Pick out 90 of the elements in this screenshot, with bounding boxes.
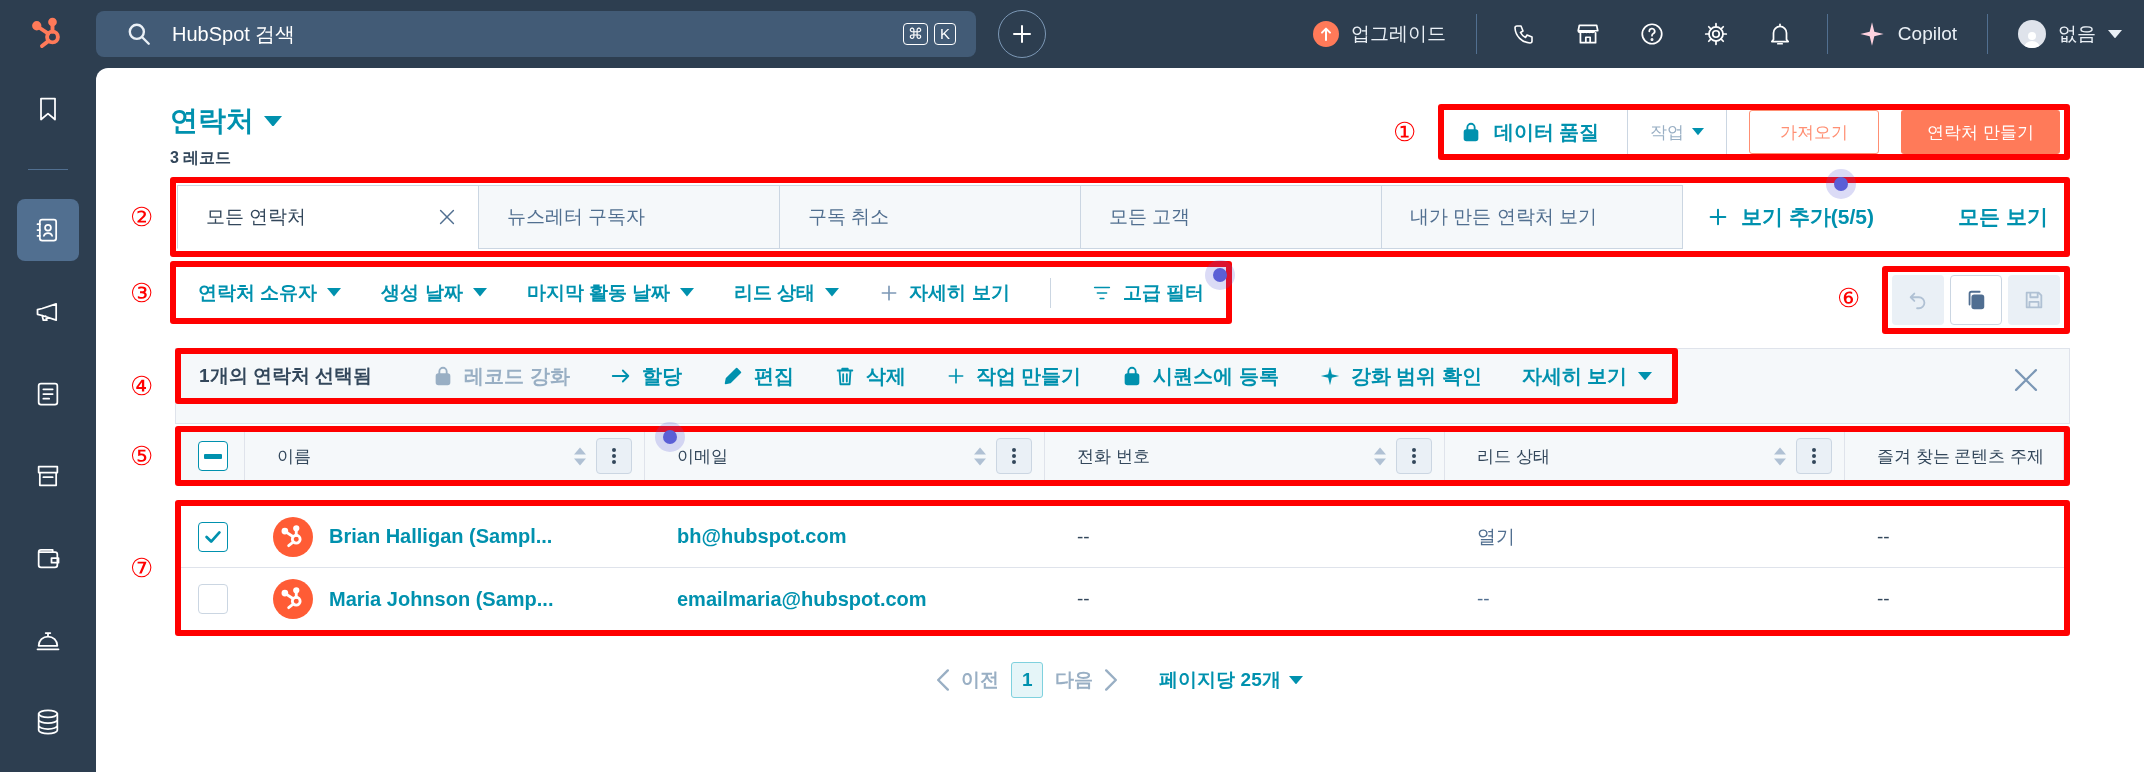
- column-header[interactable]: 이름: [277, 444, 564, 468]
- add-view-button[interactable]: 보기 추가(5/5): [1707, 185, 1874, 249]
- company-avatar-icon: [273, 579, 313, 619]
- contact-name-link[interactable]: Brian Halligan (Sampl...: [329, 525, 553, 548]
- email-link[interactable]: emailmaria@hubspot.com: [677, 587, 927, 611]
- filter-dropdown[interactable]: 연락처 소유자: [198, 279, 342, 306]
- bulk-action-button[interactable]: 편집: [721, 362, 794, 390]
- view-tab[interactable]: 뉴스레터 구독자: [478, 185, 780, 249]
- search-input[interactable]: HubSpot 검색: [170, 21, 885, 47]
- column-header[interactable]: 즐겨 찾는 콘텐츠 주제: [1877, 444, 2051, 468]
- plus-icon: [1707, 206, 1729, 228]
- annotation-number: ④: [130, 373, 154, 399]
- kebab-icon: [1811, 447, 1817, 465]
- annotation-number: ③: [130, 279, 154, 306]
- caret-icon: [472, 288, 487, 297]
- row-checkbox[interactable]: [198, 521, 228, 552]
- annotation-number: ⑤: [130, 443, 154, 469]
- save-icon: [2023, 289, 2045, 311]
- caret-icon: [2108, 29, 2122, 39]
- caret-icon: [264, 115, 282, 127]
- actions-dropdown[interactable]: 작업: [1627, 110, 1728, 154]
- email-link[interactable]: bh@hubspot.com: [677, 525, 847, 548]
- annotation-number: ⑥: [1837, 284, 1860, 311]
- click-marker-icon: [1204, 260, 1235, 290]
- search-icon: [126, 21, 152, 47]
- copy-button[interactable]: [1950, 275, 2002, 325]
- data-quality-button[interactable]: 데이터 품질: [1447, 110, 1628, 154]
- column-menu-button[interactable]: [1796, 438, 1832, 474]
- create-contact-button[interactable]: 연락처 만들기: [1901, 110, 2060, 154]
- column-header[interactable]: 리드 상태: [1477, 444, 1764, 468]
- view-tab[interactable]: 모든 고객: [1080, 185, 1382, 249]
- selection-count: 1개의 연락처 선택됨: [199, 364, 373, 388]
- column-menu-button[interactable]: [996, 438, 1032, 474]
- annotation-number: ①: [1392, 119, 1416, 145]
- caret-icon: [1288, 675, 1303, 685]
- chevron-left-icon: [937, 669, 950, 691]
- page-size-dropdown[interactable]: 페이지당 25개: [1159, 667, 1303, 693]
- kebab-icon: [1411, 447, 1417, 465]
- copilot-button[interactable]: Copilot: [1857, 20, 1957, 48]
- filter-dropdown[interactable]: 리드 상태: [734, 279, 840, 306]
- kebab-icon: [1011, 447, 1017, 465]
- annotation-number: ②: [130, 204, 154, 230]
- page-title[interactable]: 연락처: [170, 102, 254, 140]
- filter-dropdown[interactable]: 생성 날짜: [381, 279, 487, 306]
- table-cell: --: [1077, 525, 1090, 548]
- table-cell: --: [1477, 588, 1490, 610]
- click-marker-icon: [1826, 169, 1856, 199]
- table-cell: --: [1877, 525, 1890, 548]
- table-cell-text: 열기: [1477, 524, 1515, 549]
- chevron-right-icon: [1105, 669, 1118, 691]
- advanced-filters-button[interactable]: 고급 필터: [1090, 279, 1204, 306]
- plus-icon: [1010, 22, 1034, 46]
- more-filters-button[interactable]: 자세히 보기: [879, 279, 1010, 306]
- shortcut-key: ⌘: [903, 23, 928, 45]
- caret-icon: [1637, 371, 1652, 381]
- bulk-action-button[interactable]: 삭제: [833, 362, 906, 390]
- caret-icon: [1692, 128, 1705, 136]
- view-tab[interactable]: 모든 연락처: [177, 185, 479, 249]
- search-field[interactable]: HubSpot 검색 ⌘ K: [96, 11, 976, 57]
- table-cell: --: [1077, 588, 1090, 610]
- record-count: 3 레코드: [170, 148, 232, 168]
- all-views-link[interactable]: 모든 보기: [1958, 185, 2048, 249]
- import-button[interactable]: 가져오기: [1749, 110, 1880, 154]
- contact-name-link[interactable]: Maria Johnson (Samp...: [329, 587, 554, 611]
- select-all-checkbox[interactable]: [197, 441, 228, 471]
- view-tab[interactable]: 구독 취소: [779, 185, 1081, 249]
- more-actions-dropdown[interactable]: 자세히 보기: [1521, 362, 1652, 390]
- annotation-number: ⑦: [130, 555, 154, 581]
- kebab-icon: [611, 447, 617, 465]
- bulk-action-button[interactable]: 강화 범위 확인: [1318, 362, 1482, 390]
- table-cell: --: [1877, 588, 1890, 610]
- column-menu-button[interactable]: [596, 438, 632, 474]
- bulk-action-button[interactable]: 시퀀스에 등록: [1121, 362, 1279, 390]
- filter-dropdown[interactable]: 마지막 활동 날짜: [526, 279, 695, 306]
- avatar-icon: [2018, 20, 2046, 48]
- column-header[interactable]: 이메일: [677, 444, 964, 468]
- shortcut-key: K: [934, 23, 956, 45]
- caret-icon: [327, 288, 342, 297]
- view-tab[interactable]: 내가 만든 연락처 보기: [1381, 185, 1683, 249]
- company-avatar-icon: [273, 516, 313, 557]
- column-header[interactable]: 전화 번호: [1077, 444, 1364, 468]
- contact-card-icon[interactable]: [17, 199, 79, 261]
- page-number-button[interactable]: 1: [1011, 662, 1044, 698]
- bulk-action-button[interactable]: 할당: [609, 362, 682, 390]
- upgrade-button[interactable]: 업그레이드: [1312, 21, 1446, 47]
- caret-icon: [680, 288, 695, 297]
- column-menu-button[interactable]: [1396, 438, 1432, 474]
- caret-icon: [825, 288, 840, 297]
- bulk-action-button[interactable]: 작업 만들기: [945, 362, 1082, 390]
- account-menu[interactable]: 없음: [2018, 20, 2122, 48]
